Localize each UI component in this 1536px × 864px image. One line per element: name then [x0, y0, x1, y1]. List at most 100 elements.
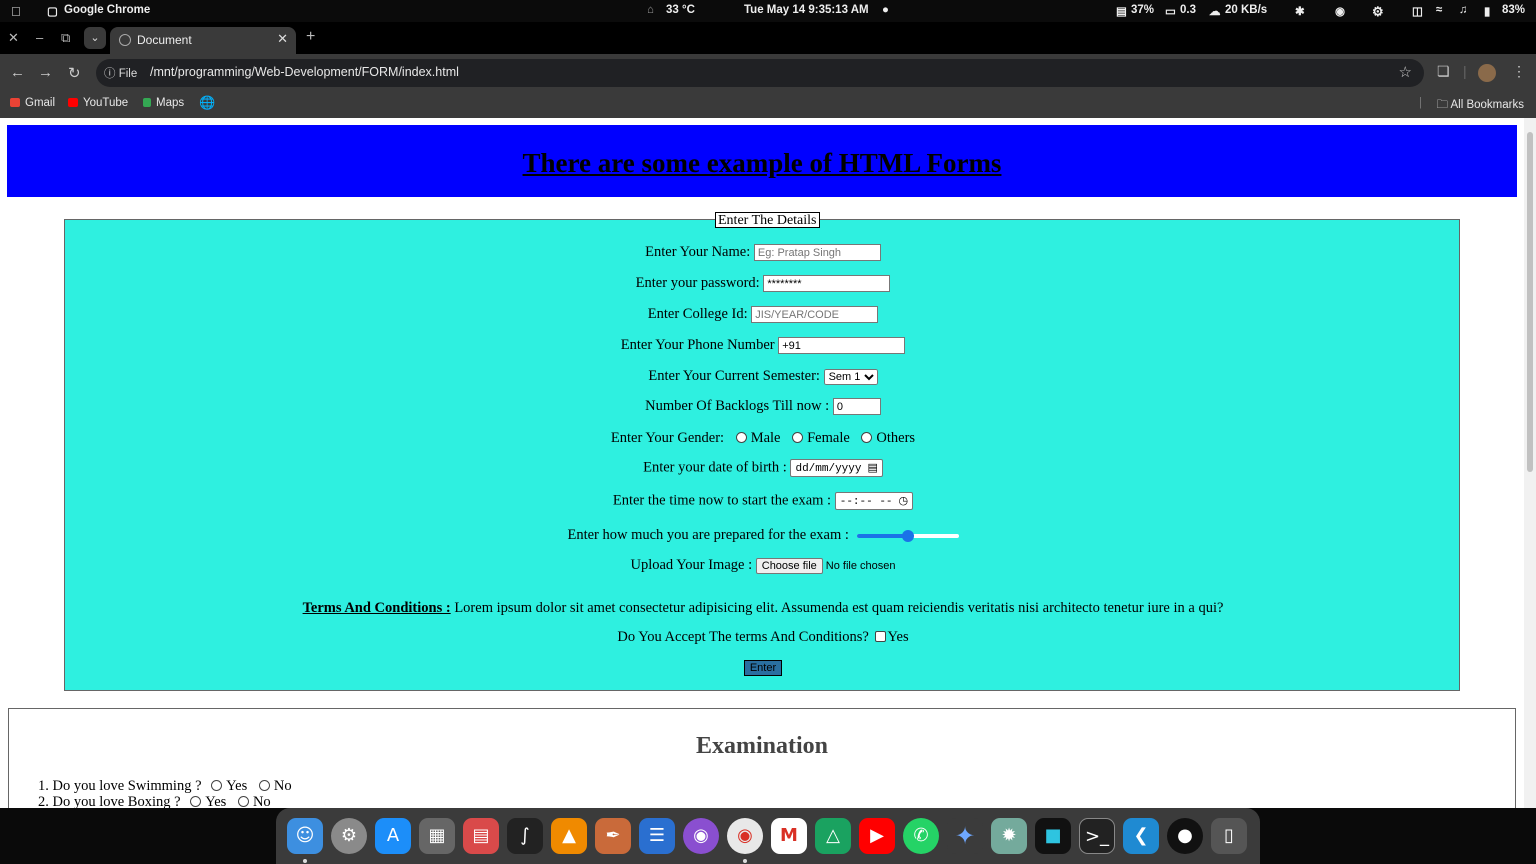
reload-icon[interactable]: ↻	[68, 64, 81, 82]
vlc-icon[interactable]: ▲	[551, 818, 587, 854]
scrollbar-thumb[interactable]	[1527, 132, 1533, 472]
window-restore-icon[interactable]: ⧉	[61, 30, 70, 46]
gear-icon[interactable]: ⚙	[1372, 4, 1384, 20]
github-icon[interactable]: ●	[1167, 818, 1203, 854]
accept-option-label: Yes	[887, 629, 909, 645]
backlogs-input[interactable]	[832, 398, 881, 416]
boxing-yes-radio[interactable]	[190, 796, 202, 807]
boxing-no-radio[interactable]	[237, 796, 249, 807]
battery-level[interactable]: 83%	[1502, 4, 1525, 16]
drive-icon[interactable]: △	[815, 818, 851, 854]
files-icon[interactable]: ▤	[463, 818, 499, 854]
clock-icon[interactable]: ◷	[899, 494, 909, 507]
apple-icon[interactable]: 	[11, 4, 21, 19]
weather-text: 33 °C	[666, 4, 695, 16]
option-yes: Yes	[226, 778, 248, 794]
load-value[interactable]: 0.3	[1180, 4, 1196, 16]
new-tab-plus-icon[interactable]: +	[306, 28, 315, 46]
swimming-no-radio[interactable]	[258, 780, 270, 791]
chatgpt-icon[interactable]: ✹	[991, 818, 1027, 854]
gmail-icon[interactable]: M	[771, 818, 807, 854]
drop-icon[interactable]: ◉	[1335, 4, 1345, 18]
url-text[interactable]: /mnt/programming/Web-Development/FORM/in…	[150, 65, 459, 79]
cloud-upload-icon: ☁	[1209, 6, 1221, 18]
chrome-icon[interactable]: ◉	[727, 818, 763, 854]
app-store-icon[interactable]: A	[375, 818, 411, 854]
gender-male-label: Male	[750, 430, 781, 446]
vscode-icon[interactable]: ❮	[1123, 818, 1159, 854]
terms-heading: Terms And Conditions :	[302, 600, 451, 616]
back-arrow-icon[interactable]: ←	[10, 64, 25, 81]
page-scrollbar[interactable]	[1524, 118, 1536, 808]
bookmarks-divider: |	[1419, 97, 1422, 109]
profile-avatar[interactable]	[1478, 64, 1496, 82]
accept-checkbox[interactable]	[875, 631, 887, 642]
extensions-icon[interactable]: ❏	[1437, 63, 1450, 80]
password-row: Enter your password:	[65, 275, 1461, 293]
gender-female-radio[interactable]	[792, 432, 804, 443]
firefox-icon[interactable]: ◉	[683, 818, 719, 854]
window-close-icon[interactable]: ✕	[8, 30, 19, 46]
launchpad-icon[interactable]: ▦	[419, 818, 455, 854]
cpu-icon: ▤	[1116, 6, 1127, 18]
gender-others-radio[interactable]	[861, 432, 873, 443]
bookmark-star-icon[interactable]: ☆	[1399, 63, 1412, 81]
app-name[interactable]: Google Chrome	[64, 4, 150, 16]
gender-male-radio[interactable]	[735, 432, 747, 443]
dob-input[interactable]: dd/mm/yyyy ▤	[790, 459, 883, 477]
cpu-usage[interactable]: 37%	[1131, 4, 1154, 16]
password-input[interactable]	[763, 275, 891, 293]
choose-file-button[interactable]: Choose file	[755, 557, 823, 574]
examination-section: Examination 1. Do you love Swimming ? Ye…	[8, 708, 1516, 808]
youtube-icon[interactable]: ▶	[859, 818, 895, 854]
forward-arrow-icon[interactable]: →	[38, 64, 53, 81]
bookmark-youtube[interactable]: YouTube	[68, 97, 128, 109]
finder-icon[interactable]: ☺	[287, 818, 323, 854]
globe-bookmark-icon[interactable]: 🌐	[199, 95, 215, 111]
volume-icon[interactable]: ♫	[1459, 4, 1468, 16]
writer-icon[interactable]: ☰	[639, 818, 675, 854]
tab-title: Document	[137, 33, 192, 47]
time-input[interactable]: --:-- -- ◷	[834, 492, 914, 510]
wifi-icon[interactable]: ≈	[1436, 4, 1442, 16]
time-label: Enter the time now to start the exam :	[612, 492, 832, 509]
site-info-chip[interactable]: ⓘ File	[104, 65, 137, 81]
whatsapp-icon[interactable]: ✆	[903, 818, 939, 854]
upload-label: Upload Your Image :	[630, 557, 753, 573]
semester-select[interactable]: Sem 1	[823, 368, 878, 385]
trash-icon[interactable]: ▯	[1211, 818, 1247, 854]
extensions-puzzle-icon[interactable]: ✱	[1295, 4, 1305, 18]
calendar-icon[interactable]: ▤	[867, 461, 877, 474]
gemini-icon[interactable]: ✦	[947, 818, 983, 854]
swimming-yes-radio[interactable]	[211, 780, 223, 791]
settings-icon[interactable]: ⚙	[331, 818, 367, 854]
option-no: No	[273, 778, 292, 794]
inkscape-icon[interactable]: ∫	[507, 818, 543, 854]
display-icon[interactable]: ◫	[1412, 4, 1423, 18]
all-bookmarks[interactable]: 🗀 All Bookmarks	[1436, 97, 1524, 116]
tab-search-chevron-icon[interactable]: ⌄	[84, 27, 106, 49]
bookmark-maps[interactable]: Maps	[143, 97, 184, 109]
slider-thumb[interactable]	[901, 529, 914, 542]
phone-input[interactable]	[778, 337, 906, 355]
college-id-input[interactable]	[751, 306, 879, 324]
prep-slider[interactable]	[856, 529, 959, 542]
name-input[interactable]	[753, 244, 881, 262]
paint-icon[interactable]: ✒	[595, 818, 631, 854]
terminal-icon[interactable]: >_	[1079, 818, 1115, 854]
bookmarks-bar: Gmail YouTube Maps 🌐 | 🗀 All Bookmarks	[0, 92, 1536, 118]
phone-label: Enter Your Phone Number	[620, 337, 775, 353]
bookmark-gmail[interactable]: Gmail	[10, 97, 55, 109]
window-minimize-icon[interactable]: –	[36, 30, 43, 45]
tab-document[interactable]: Document ✕	[110, 27, 296, 54]
address-bar[interactable]: ⓘ File /mnt/programming/Web-Development/…	[96, 59, 1424, 87]
submit-row: Enter	[65, 659, 1461, 676]
network-speed[interactable]: 20 KB/s	[1225, 4, 1267, 16]
bookmark-label: YouTube	[83, 97, 129, 109]
more-menu-icon[interactable]: ⋮	[1512, 63, 1526, 80]
tab-close-icon[interactable]: ✕	[277, 31, 288, 47]
gender-label: Enter Your Gender:	[610, 430, 725, 446]
cursor-icon[interactable]: ■	[1035, 818, 1071, 854]
enter-button[interactable]: Enter	[743, 660, 783, 676]
clock[interactable]: Tue May 14 9:35:13 AM	[744, 4, 869, 16]
